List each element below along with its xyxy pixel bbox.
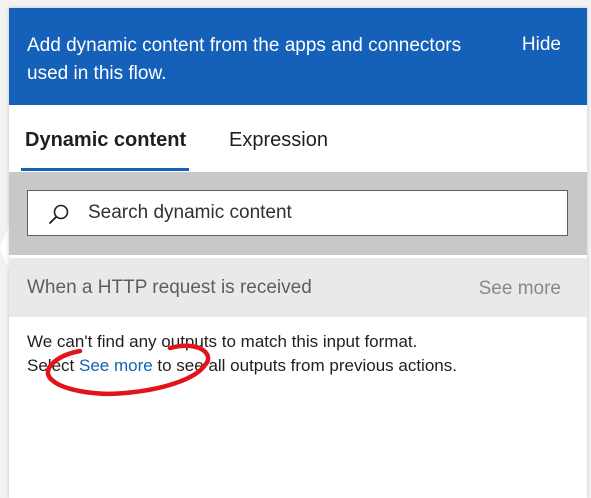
screenshot-root: Add dynamic content from the apps and co…: [0, 0, 591, 498]
active-tab-indicator: [21, 168, 189, 171]
no-outputs-message: We can't find any outputs to match this …: [27, 330, 577, 378]
message-suffix: to see all outputs from previous actions…: [152, 356, 457, 375]
panel-header: Add dynamic content from the apps and co…: [9, 8, 587, 105]
panel-pointer: [0, 226, 9, 270]
hide-button[interactable]: Hide: [522, 34, 561, 56]
tab-bar: Dynamic content Expression: [9, 105, 587, 172]
header-description: Add dynamic content from the apps and co…: [27, 35, 462, 84]
message-see-more-link[interactable]: See more: [79, 356, 153, 375]
section-title: When a HTTP request is received: [27, 277, 312, 298]
search-box: [27, 190, 568, 236]
search-area: [9, 172, 587, 255]
message-line-1: We can't find any outputs to match this …: [27, 332, 418, 351]
section-see-more-link[interactable]: See more: [479, 278, 561, 300]
search-input[interactable]: [88, 191, 548, 235]
tab-dynamic-content[interactable]: Dynamic content: [25, 129, 186, 152]
tab-expression[interactable]: Expression: [229, 129, 328, 152]
dynamic-content-panel: Add dynamic content from the apps and co…: [9, 8, 587, 498]
trigger-section-header[interactable]: When a HTTP request is received See more: [9, 258, 587, 317]
search-icon: [49, 204, 69, 224]
message-prefix: Select: [27, 356, 79, 375]
message-line-2: Select See more to see all outputs from …: [27, 354, 577, 378]
